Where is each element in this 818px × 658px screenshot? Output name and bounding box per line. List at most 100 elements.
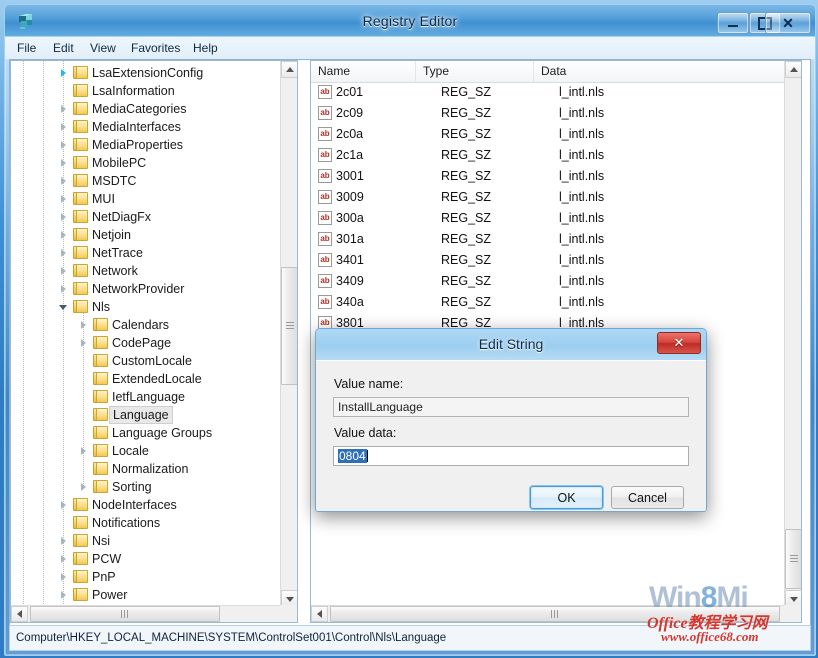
tree-node-nsi[interactable]: Nsi — [11, 532, 280, 550]
chevron-right-icon[interactable] — [59, 105, 68, 114]
values-vertical-scrollbar[interactable] — [784, 61, 801, 607]
tree-node-extendedlocale[interactable]: ExtendedLocale — [11, 370, 280, 388]
tree-node-ietflanguage[interactable]: IetfLanguage — [11, 388, 280, 406]
values-column-header[interactable]: NameTypeData — [311, 61, 785, 83]
chevron-right-icon[interactable] — [59, 195, 68, 204]
chevron-right-icon[interactable] — [59, 141, 68, 150]
chevron-right-icon[interactable] — [59, 501, 68, 510]
table-row[interactable]: ab340aREG_SZl_intl.nls — [311, 292, 785, 313]
chevron-right-icon[interactable] — [59, 555, 68, 564]
tree-horizontal-scrollbar[interactable] — [11, 605, 297, 622]
tree-node-pcw[interactable]: PCW — [11, 550, 280, 568]
column-header-name[interactable]: Name — [311, 61, 416, 82]
tree-node-nodeinterfaces[interactable]: NodeInterfaces — [11, 496, 280, 514]
chevron-right-icon[interactable] — [59, 123, 68, 132]
window-title: Registry Editor — [5, 13, 815, 29]
chevron-right-icon[interactable] — [79, 321, 88, 330]
tree-node-nettrace[interactable]: NetTrace — [11, 244, 280, 262]
ok-button[interactable]: OK — [530, 486, 603, 509]
values-horizontal-scrollbar[interactable] — [311, 605, 801, 622]
table-row[interactable]: ab2c01REG_SZl_intl.nls — [311, 82, 785, 103]
tree-scrollbar-thumb[interactable] — [281, 267, 298, 385]
folder-icon — [73, 174, 88, 187]
close-button[interactable]: ✕ — [765, 12, 811, 34]
tree-node-sorting[interactable]: Sorting — [11, 478, 280, 496]
column-header-data[interactable]: Data — [534, 61, 785, 82]
chevron-right-icon[interactable] — [59, 159, 68, 168]
dialog-close-button[interactable]: ✕ — [657, 332, 701, 354]
tree-node-network[interactable]: Network — [11, 262, 280, 280]
chevron-right-icon[interactable] — [59, 285, 68, 294]
tree-node-locale[interactable]: Locale — [11, 442, 280, 460]
tree-node-lsaextensionconfig[interactable]: LsaExtensionConfig — [11, 64, 280, 82]
tree-node-netjoin[interactable]: Netjoin — [11, 226, 280, 244]
chevron-down-icon[interactable] — [59, 303, 68, 312]
value-data-cell: l_intl.nls — [559, 208, 604, 229]
chevron-right-icon[interactable] — [59, 267, 68, 276]
chevron-right-icon[interactable] — [59, 213, 68, 222]
registry-tree-pane[interactable]: LsaExtensionConfigLsaInformationMediaCat… — [10, 60, 298, 623]
table-row[interactable]: ab300aREG_SZl_intl.nls — [311, 208, 785, 229]
tree-node-msdtc[interactable]: MSDTC — [11, 172, 280, 190]
chevron-right-icon[interactable] — [79, 447, 88, 456]
tree-node-language-groups[interactable]: Language Groups — [11, 424, 280, 442]
value-data-selected-text: 0804 — [338, 449, 367, 463]
tree-scroll-up-button[interactable] — [281, 61, 298, 78]
chevron-right-icon[interactable] — [79, 339, 88, 348]
table-row[interactable]: ab3409REG_SZl_intl.nls — [311, 271, 785, 292]
cancel-button[interactable]: Cancel — [611, 486, 684, 509]
value-data-input[interactable]: 0804 — [333, 446, 689, 466]
tree-node-lsainformation[interactable]: LsaInformation — [11, 82, 280, 100]
tree-node-normalization[interactable]: Normalization — [11, 460, 280, 478]
tree-node-customlocale[interactable]: CustomLocale — [11, 352, 280, 370]
menu-item-favorites[interactable]: Favorites — [125, 40, 186, 56]
chevron-right-icon[interactable] — [59, 537, 68, 546]
value-name-cell: 2c01 — [336, 82, 363, 103]
tree-node-mui[interactable]: MUI — [11, 190, 280, 208]
value-name-cell: 300a — [336, 208, 364, 229]
table-row[interactable]: ab2c1aREG_SZl_intl.nls — [311, 145, 785, 166]
table-row[interactable]: ab2c09REG_SZl_intl.nls — [311, 103, 785, 124]
column-header-type[interactable]: Type — [416, 61, 534, 82]
values-hscrollbar-thumb[interactable] — [330, 606, 780, 622]
chevron-right-icon[interactable] — [59, 249, 68, 258]
tree-vertical-scrollbar[interactable] — [280, 61, 297, 607]
tree-hscrollbar-thumb[interactable] — [30, 606, 220, 622]
tree-node-language[interactable]: Language — [11, 406, 280, 424]
tree-node-mediainterfaces[interactable]: MediaInterfaces — [11, 118, 280, 136]
tree-node-codepage[interactable]: CodePage — [11, 334, 280, 352]
minimize-button[interactable] — [717, 12, 749, 34]
table-row[interactable]: ab3001REG_SZl_intl.nls — [311, 166, 785, 187]
value-data-cell: l_intl.nls — [559, 166, 604, 187]
table-row[interactable]: ab301aREG_SZl_intl.nls — [311, 229, 785, 250]
table-row[interactable]: ab2c0aREG_SZl_intl.nls — [311, 124, 785, 145]
tree-node-label: NetworkProvider — [92, 280, 184, 298]
tree-node-netdiagfx[interactable]: NetDiagFx — [11, 208, 280, 226]
tree-node-nls[interactable]: Nls — [11, 298, 280, 316]
chevron-right-icon[interactable] — [59, 591, 68, 600]
tree-node-networkprovider[interactable]: NetworkProvider — [11, 280, 280, 298]
tree-node-pnp[interactable]: PnP — [11, 568, 280, 586]
menu-item-file[interactable]: File — [11, 40, 42, 56]
chevron-right-icon[interactable] — [59, 69, 68, 78]
menu-item-view[interactable]: View — [84, 40, 122, 56]
values-scroll-up-button[interactable] — [785, 61, 802, 78]
tree-node-power[interactable]: Power — [11, 586, 280, 604]
tree-node-calendars[interactable]: Calendars — [11, 316, 280, 334]
values-scrollbar-thumb[interactable] — [785, 529, 802, 589]
table-row[interactable]: ab3009REG_SZl_intl.nls — [311, 187, 785, 208]
menu-item-help[interactable]: Help — [187, 40, 224, 56]
values-scroll-left-button[interactable] — [311, 606, 328, 622]
folder-icon — [93, 390, 108, 403]
tree-node-mediaproperties[interactable]: MediaProperties — [11, 136, 280, 154]
tree-node-notifications[interactable]: Notifications — [11, 514, 280, 532]
tree-node-mediacategories[interactable]: MediaCategories — [11, 100, 280, 118]
table-row[interactable]: ab3401REG_SZl_intl.nls — [311, 250, 785, 271]
chevron-right-icon[interactable] — [59, 573, 68, 582]
chevron-right-icon[interactable] — [59, 177, 68, 186]
tree-node-mobilepc[interactable]: MobilePC — [11, 154, 280, 172]
chevron-right-icon[interactable] — [59, 231, 68, 240]
tree-scroll-left-button[interactable] — [11, 606, 28, 622]
chevron-right-icon[interactable] — [79, 483, 88, 492]
menu-item-edit[interactable]: Edit — [47, 40, 80, 56]
